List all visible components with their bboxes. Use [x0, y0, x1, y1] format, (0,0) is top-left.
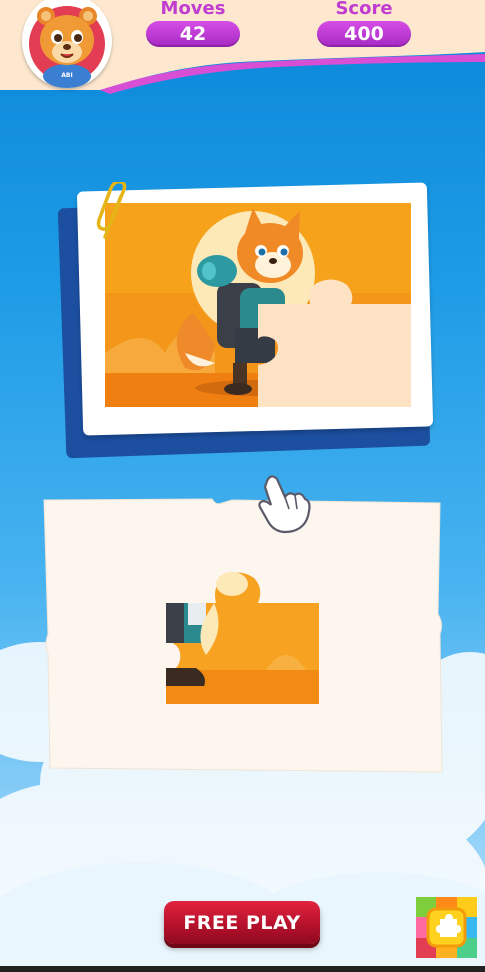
moves-value: 42 [146, 21, 240, 47]
bottom-system-bar [0, 966, 485, 972]
reference-puzzle-image [105, 203, 411, 407]
score-label: Score [335, 0, 393, 19]
puzzle-app-icon[interactable] [416, 897, 477, 958]
free-play-button[interactable]: FREE PLAY [164, 901, 320, 944]
placed-puzzle-piece[interactable] [166, 570, 319, 704]
avatar-badge: ABI [61, 72, 72, 79]
score-value: 400 [317, 21, 411, 47]
top-hud: ABI Moves 42 Score 400 [0, 0, 485, 95]
pointer-hand-icon [258, 475, 311, 534]
avatar-bear-icon: ABI [29, 6, 105, 88]
player-avatar[interactable]: ABI [22, 0, 112, 88]
moves-label: Moves [160, 0, 226, 19]
paperclip-icon [96, 182, 127, 239]
